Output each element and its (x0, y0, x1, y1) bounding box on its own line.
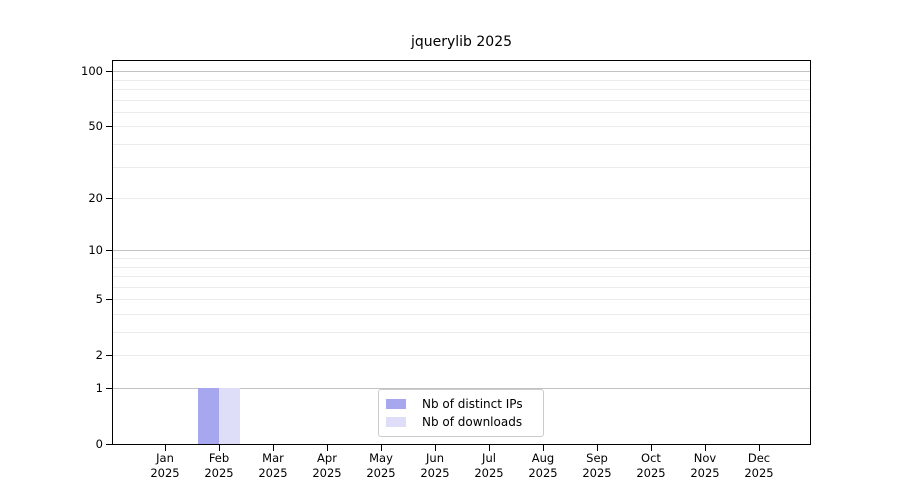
y-tick-label: 0 (95, 437, 103, 451)
minor-gridline (113, 355, 810, 356)
bar-distinct-ips (198, 388, 219, 444)
minor-gridline (113, 167, 810, 168)
y-tick-mark (106, 388, 112, 389)
minor-gridline (113, 126, 810, 127)
minor-gridline (113, 267, 810, 268)
y-tick-mark (106, 299, 112, 300)
y-axis-labels: 0 1 2 5 10 20 50 100 (0, 61, 103, 451)
minor-gridline (113, 287, 810, 288)
major-gridline (113, 71, 810, 72)
y-tick-mark (106, 444, 112, 445)
minor-gridline (113, 314, 810, 315)
legend: Nb of distinct IPs Nb of downloads (378, 389, 544, 437)
legend-item-distinct-ips: Nb of distinct IPs (386, 396, 535, 412)
minor-gridline (113, 276, 810, 277)
bar-downloads (219, 388, 240, 444)
y-tick-mark (106, 250, 112, 251)
minor-gridline (113, 258, 810, 259)
y-tick-mark (106, 126, 112, 127)
x-axis-labels: Jan 2025 Feb 2025 Mar 2025 Apr 2025 May 2025… (113, 451, 810, 485)
minor-gridline (113, 299, 810, 300)
chart-figure: jquerylib 2025 Nb of distinct IPs Nb of … (0, 0, 900, 500)
minor-gridline (113, 100, 810, 101)
y-tick-mark (106, 355, 112, 356)
legend-label-distinct-ips: Nb of distinct IPs (422, 397, 523, 411)
x-tick-label: Dec 2025 (744, 451, 774, 480)
plot-area: Nb of distinct IPs Nb of downloads (112, 60, 811, 445)
y-tick-label: 5 (95, 292, 103, 306)
y-tick-label: 10 (88, 243, 103, 257)
y-tick-mark (106, 71, 112, 72)
y-tick-label: 50 (88, 119, 103, 133)
legend-item-downloads: Nb of downloads (386, 414, 535, 430)
minor-gridline (113, 332, 810, 333)
major-gridline (113, 250, 810, 251)
y-tick-mark (106, 198, 112, 199)
minor-gridline (113, 198, 810, 199)
minor-gridline (113, 80, 810, 81)
y-tick-label: 2 (95, 348, 103, 362)
minor-gridline (113, 112, 810, 113)
minor-gridline (113, 89, 810, 90)
y-tick-label: 1 (95, 381, 103, 395)
legend-swatch-downloads (386, 417, 406, 427)
y-tick-label: 100 (81, 64, 103, 78)
legend-swatch-distinct-ips (386, 399, 406, 409)
legend-label-downloads: Nb of downloads (422, 415, 523, 429)
chart-title: jquerylib 2025 (410, 34, 513, 50)
minor-gridline (113, 144, 810, 145)
y-tick-label: 20 (88, 191, 103, 205)
